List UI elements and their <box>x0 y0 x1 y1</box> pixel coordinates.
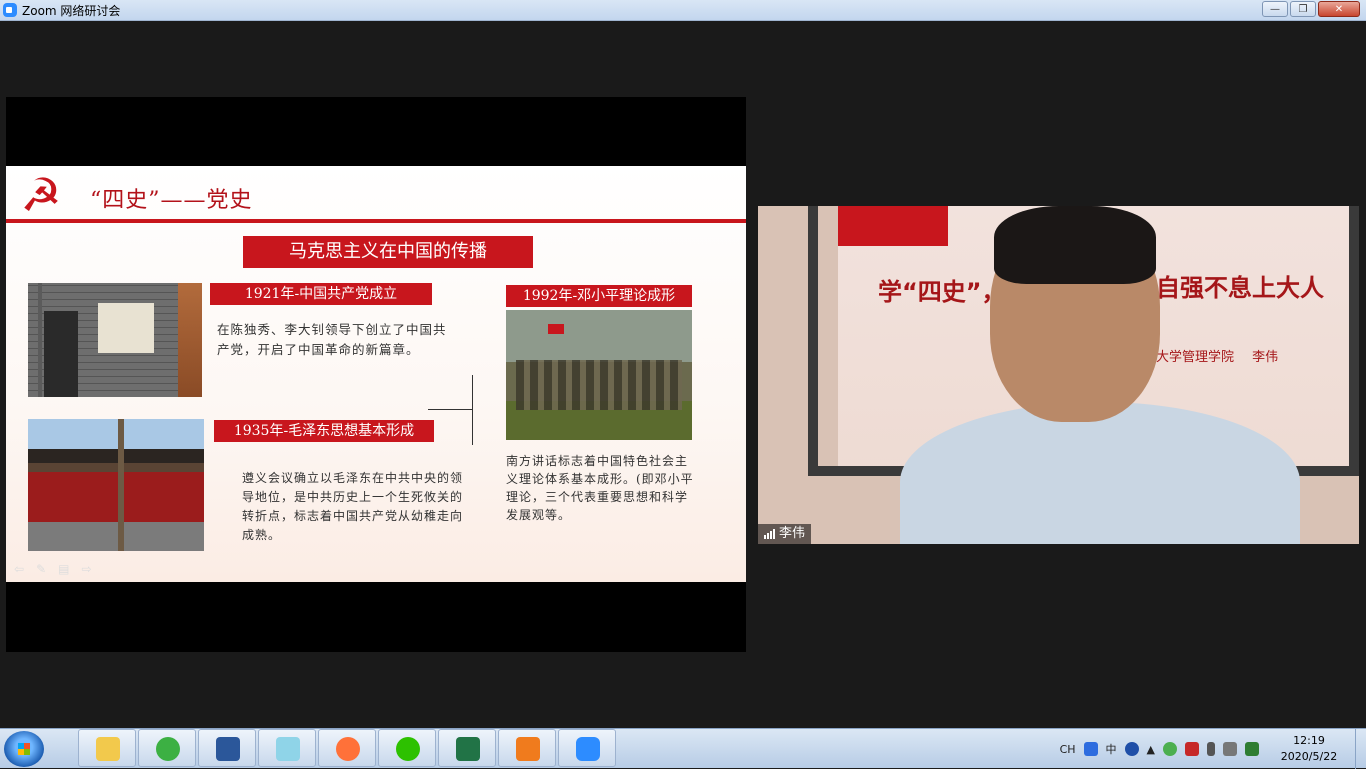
folder-icon <box>96 737 120 761</box>
pen-icon[interactable]: ✎ <box>36 562 46 576</box>
close-button[interactable]: ✕ <box>1318 1 1360 17</box>
system-tray: CH 中 ▲ 12:19 2020/5/22 <box>1060 729 1366 769</box>
excel-icon <box>456 737 480 761</box>
wechat-icon <box>396 737 420 761</box>
participant-video-tile[interactable]: 学“四史”， 自强不息上大人 大学管理学院 李伟 李伟 <box>758 206 1359 544</box>
clock-time: 12:19 <box>1293 734 1325 747</box>
event-label-1935: 1935年-毛泽东思想基本形成 <box>214 420 434 442</box>
hammer-sickle-icon: ☭ <box>20 168 62 222</box>
taskbar-file-explorer[interactable] <box>78 729 136 767</box>
event-desc-1992: 南方讲话标志着中国特色社会主义理论体系基本成形。(即邓小平理论，三个代表重要思想… <box>506 454 694 522</box>
slide-header: ☭ “四史”——党史 <box>6 166 746 223</box>
taskbar-pdf[interactable] <box>498 729 556 767</box>
forward-arrow-icon[interactable]: ⇨ <box>81 562 91 576</box>
window-title: Zoom 网络研讨会 <box>22 4 121 18</box>
windows-logo-icon <box>18 743 30 755</box>
event-label-1992: 1992年-邓小平理论成形 <box>506 285 692 307</box>
firefox-icon <box>336 737 360 761</box>
photo-door <box>44 311 78 397</box>
taskbar-excel[interactable] <box>438 729 496 767</box>
zunyi-meeting-site-photo <box>28 419 204 551</box>
zoom-logo-icon <box>3 3 17 17</box>
revolution-painting-photo <box>506 310 692 440</box>
security-icon[interactable] <box>1163 742 1177 756</box>
photo-tree <box>178 283 202 397</box>
taskbar-zoom[interactable] <box>558 729 616 767</box>
tray-icons: CH 中 ▲ <box>1060 741 1259 757</box>
screen-share-area[interactable]: ☭ “四史”——党史 马克思主义在中国的传播 1921年-中国共产党成立 在陈独… <box>6 97 746 652</box>
zoom-app-icon <box>576 737 600 761</box>
photo-plaque <box>98 303 154 353</box>
menu-icon[interactable]: ▤ <box>58 562 69 576</box>
first-congress-site-photo <box>28 283 202 397</box>
taskbar-notepad[interactable] <box>258 729 316 767</box>
taskbar-word[interactable] <box>198 729 256 767</box>
participant-hair <box>994 206 1156 284</box>
connector-horizontal <box>428 409 473 410</box>
event-desc-1921: 在陈独秀、李大钊领导下创立了中国共产党，开启了中国革命的新篇章。 <box>217 322 447 357</box>
minimize-button[interactable]: — <box>1262 1 1288 17</box>
participant-name-tag: 李伟 <box>758 524 812 544</box>
maximize-button[interactable]: ❐ <box>1290 1 1316 17</box>
browser-icon <box>156 737 180 761</box>
photo-flag <box>548 324 564 334</box>
windows-taskbar: CH 中 ▲ 12:19 2020/5/22 <box>0 728 1366 769</box>
system-clock[interactable]: 12:19 2020/5/22 <box>1277 733 1341 765</box>
window-controls: — ❐ ✕ <box>1262 1 1360 17</box>
slide-toolbar: ⇦ ✎ ▤ ⇨ <box>14 562 92 576</box>
connector-vertical <box>472 375 473 445</box>
network-icon[interactable] <box>1185 742 1199 756</box>
start-button[interactable] <box>4 731 44 767</box>
taskbar-browser[interactable] <box>138 729 196 767</box>
notepad-icon <box>276 737 300 761</box>
window-titlebar: Zoom 网络研讨会 — ❐ ✕ <box>0 0 1366 21</box>
pdf-icon <box>516 737 540 761</box>
taskbar-firefox[interactable] <box>318 729 376 767</box>
photo-roof <box>28 449 204 463</box>
slide-banner: 马克思主义在中国的传播 <box>243 236 533 268</box>
help-icon[interactable] <box>1124 742 1139 756</box>
event-desc-1935: 遵义会议确立以毛泽东在中共中央的领导地位，是中共历史上一个生死攸关的转折点，标志… <box>242 471 464 542</box>
word-icon <box>216 737 240 761</box>
photo-crowd <box>516 360 682 410</box>
participant-name: 李伟 <box>779 526 806 541</box>
taskbar-wechat[interactable] <box>378 729 436 767</box>
taskbar-apps <box>78 729 616 767</box>
show-desktop-button[interactable] <box>1355 729 1366 769</box>
battery-icon[interactable] <box>1207 742 1215 756</box>
search-icon[interactable] <box>1083 742 1098 756</box>
presentation-slide: ☭ “四史”——党史 马克思主义在中国的传播 1921年-中国共产党成立 在陈独… <box>6 166 746 582</box>
slide-title: “四史”——党史 <box>90 188 253 213</box>
back-arrow-icon[interactable]: ⇦ <box>14 562 24 576</box>
ime-indicator[interactable]: CH <box>1060 743 1076 756</box>
shield-icon[interactable] <box>1245 742 1259 756</box>
event-label-1921: 1921年-中国共产党成立 <box>210 283 432 305</box>
language-indicator[interactable]: 中 <box>1106 741 1117 757</box>
photo-palm <box>118 419 124 551</box>
volume-icon[interactable] <box>1223 742 1237 756</box>
chevron-up-icon[interactable]: ▲ <box>1147 743 1155 756</box>
clock-date: 2020/5/22 <box>1280 750 1338 763</box>
header-divider <box>6 219 746 223</box>
signal-strength-icon <box>764 529 775 539</box>
